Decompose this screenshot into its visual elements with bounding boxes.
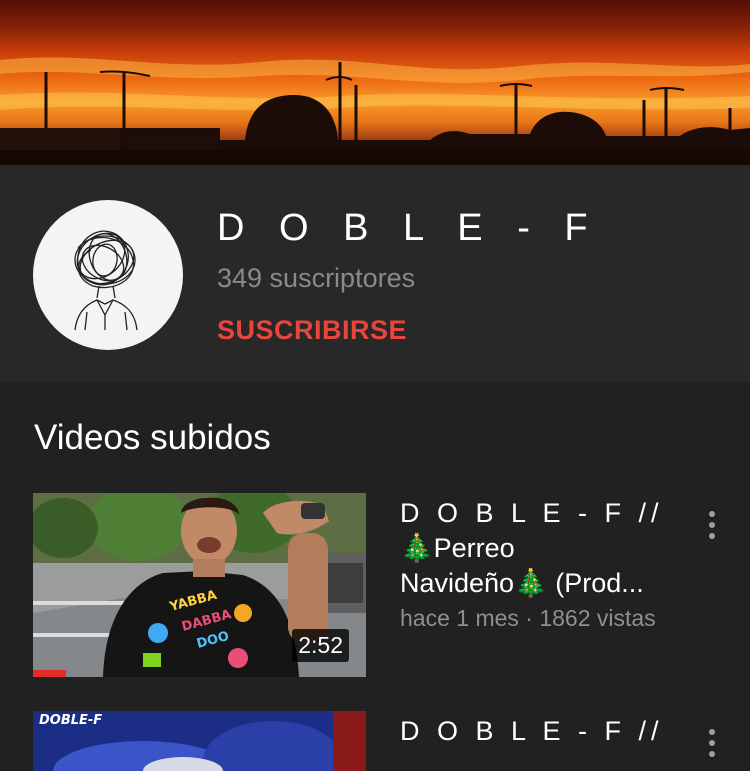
subscriber-count: 349 suscriptores bbox=[217, 263, 416, 293]
video-info[interactable]: D O B L E - F // bbox=[400, 714, 690, 749]
video-thumbnail[interactable]: DOBLE-F bbox=[33, 711, 366, 771]
subscribe-button[interactable]: SUSCRIBIRSE bbox=[217, 315, 407, 346]
video-title[interactable]: D O B L E - F // 🎄Perreo Navideño🎄 (Prod… bbox=[400, 496, 690, 601]
video-duration: 2:52 bbox=[292, 629, 349, 662]
scribble-head-drawing bbox=[74, 230, 138, 331]
video-list-item[interactable]: DOBLE-F D O B L E - F // bbox=[0, 711, 750, 771]
video-meta: hace 1 mes · 1862 vistas bbox=[400, 605, 656, 631]
section-title: Videos subidos bbox=[34, 418, 271, 457]
video-title-line: 🎄Perreo bbox=[400, 533, 515, 563]
video-title-line: Navideño🎄 (Prod... bbox=[400, 568, 644, 598]
thumbnail-overlay-text: DOBLE-F bbox=[39, 713, 103, 728]
channel-avatar[interactable] bbox=[33, 200, 183, 350]
video-title[interactable]: D O B L E - F // bbox=[400, 714, 690, 749]
channel-name: D O B L E - F bbox=[217, 207, 600, 249]
channel-banner bbox=[0, 0, 750, 165]
watch-progress-bar bbox=[33, 670, 67, 677]
video-info[interactable]: D O B L E - F // 🎄Perreo Navideño🎄 (Prod… bbox=[400, 496, 690, 632]
banner-sunset-image bbox=[0, 0, 750, 165]
video-list-item[interactable]: YABBA DABBA DOO 2:52 D O B L E - F // 🎄P… bbox=[0, 493, 750, 677]
more-vert-icon[interactable] bbox=[702, 507, 722, 543]
channel-header: D O B L E - F 349 suscriptores SUSCRIBIR… bbox=[0, 165, 750, 382]
video-title-line: D O B L E - F // bbox=[400, 498, 664, 528]
video-thumbnail[interactable]: YABBA DABBA DOO 2:52 bbox=[33, 493, 366, 677]
more-vert-icon[interactable] bbox=[702, 725, 722, 761]
video-title-line: D O B L E - F // bbox=[400, 716, 664, 746]
